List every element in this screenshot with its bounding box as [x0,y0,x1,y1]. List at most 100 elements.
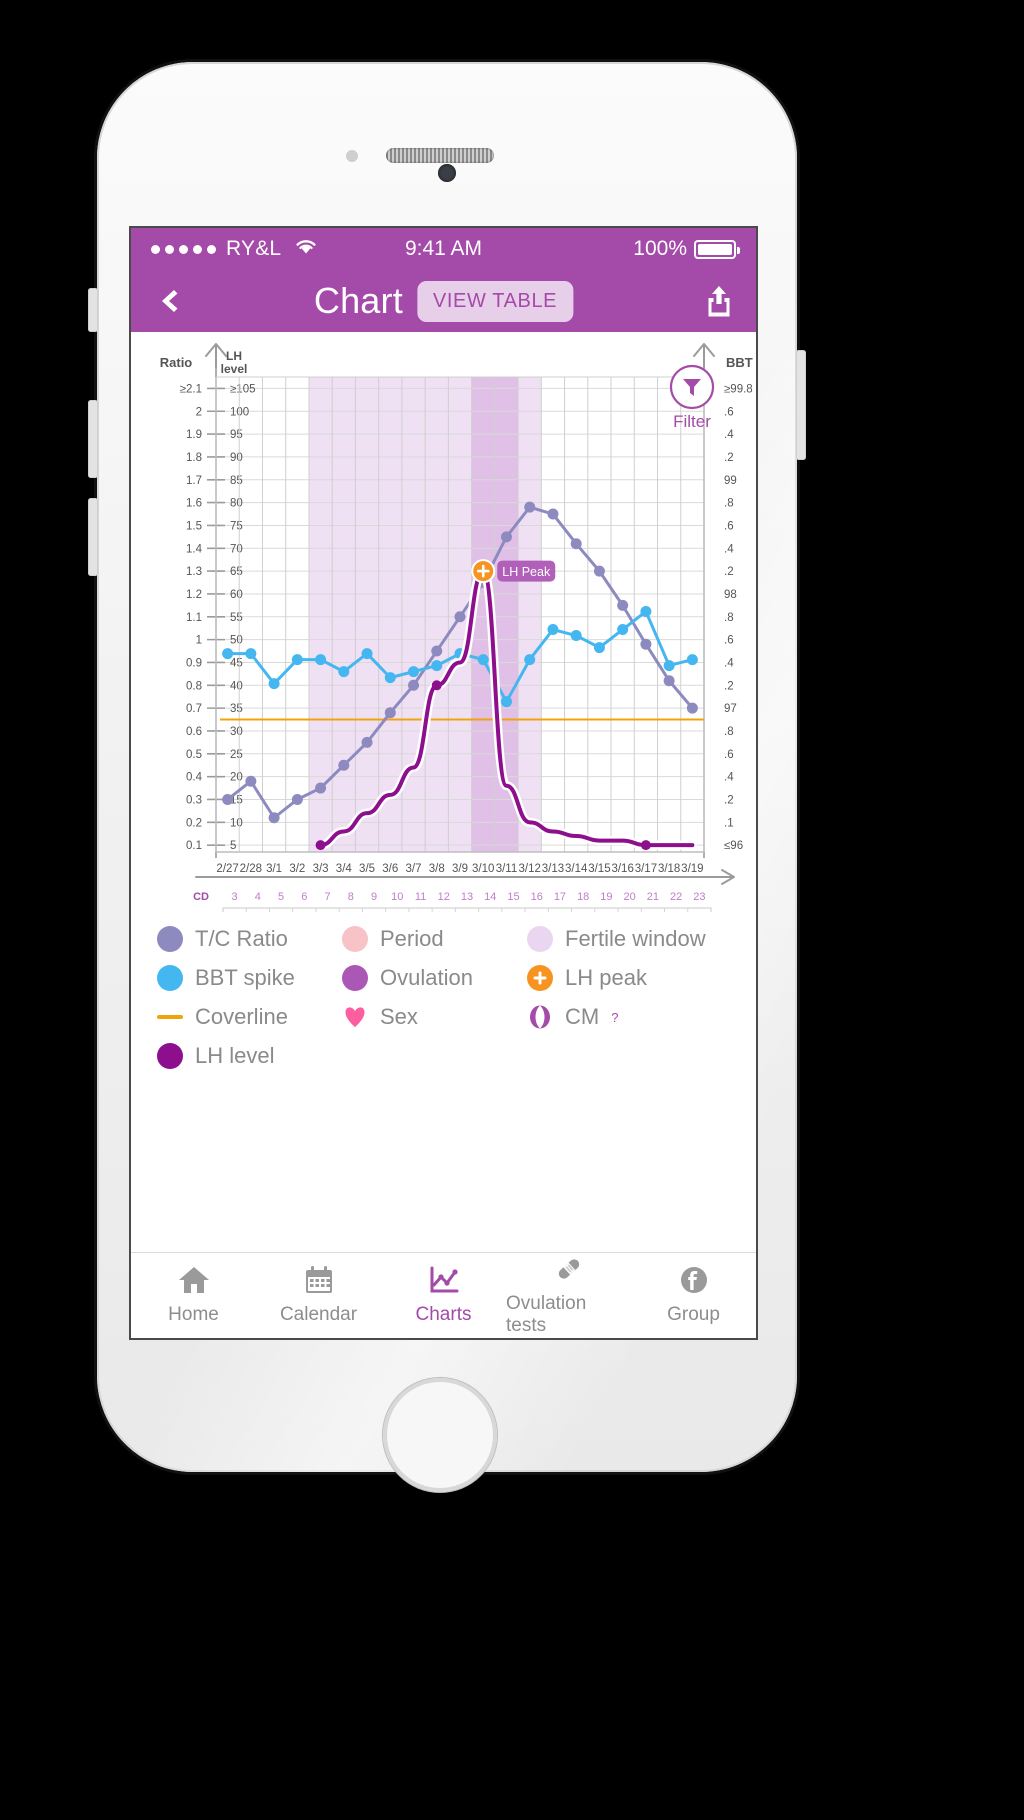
svg-text:40: 40 [230,680,243,692]
svg-text:.4: .4 [724,657,734,669]
legend-row: BBT spike Ovulation LH peak [157,965,730,991]
svg-text:45: 45 [230,657,243,669]
legend-item-ovulation: Ovulation [342,965,527,991]
status-clock: 9:41 AM [404,237,483,260]
legend-item-lh-level: LH level [157,1043,342,1069]
svg-text:3: 3 [232,891,238,903]
tab-label: Ovulation tests [506,1293,587,1336]
volume-down-button[interactable] [88,498,98,576]
svg-text:0.4: 0.4 [186,772,203,784]
tab-label: Charts [415,1304,472,1325]
svg-text:80: 80 [230,498,243,510]
chart-zone: RatioLHlevelBBT≥2.1≥105≥99.82100.61.995.… [131,332,756,912]
tab-charts[interactable]: Charts [381,1253,506,1338]
legend-label: LH peak [565,965,647,990]
legend-dot-icon [157,965,183,991]
legend-item-bbt-spike: BBT spike [157,965,342,991]
x-axis-date: 2/28 [240,863,262,875]
tab-group[interactable]: Group [631,1253,756,1338]
svg-text:≥2.1: ≥2.1 [180,383,202,395]
svg-text:.8: .8 [724,612,734,624]
svg-text:.8: .8 [724,498,734,510]
nav-bar: Chart VIEW TABLE [131,270,756,332]
x-axis-date: 3/12 [519,863,541,875]
svg-text:90: 90 [230,452,243,464]
filter-label[interactable]: Filter [668,412,716,432]
svg-text:35: 35 [230,703,243,715]
legend-label: Coverline [195,1004,288,1029]
legend-item-fertile-window: Fertile window [527,926,727,952]
filter-button [669,364,715,410]
svg-text:12: 12 [438,891,450,903]
test-strip-icon [553,1254,585,1289]
svg-text:1.5: 1.5 [186,520,202,532]
legend-dot-icon [157,1043,183,1069]
nav-center-group: Chart VIEW TABLE [314,280,574,322]
svg-text:2: 2 [196,406,202,418]
svg-text:1.6: 1.6 [186,498,202,510]
legend-label: LH level [195,1043,275,1068]
svg-text:CD: CD [193,891,209,903]
svg-text:13: 13 [461,891,473,903]
chart-icon [428,1265,460,1300]
svg-text:.2: .2 [724,680,734,692]
legend-label: Period [380,926,444,951]
svg-text:≥105: ≥105 [230,383,256,395]
svg-text:7: 7 [325,891,331,903]
lh-peak-marker: LH Peak [471,559,556,584]
legend-dot-icon [342,965,368,991]
svg-text:.6: .6 [724,406,734,418]
svg-text:.1: .1 [724,817,734,829]
svg-text:0.8: 0.8 [186,680,202,692]
svg-text:1.7: 1.7 [186,475,202,487]
x-axis-date: 2/27 [216,863,238,875]
x-axis-date: 3/9 [452,863,468,875]
legend-label: Fertile window [565,926,706,951]
svg-text:0.2: 0.2 [186,817,202,829]
svg-text:LH Peak: LH Peak [502,565,551,579]
svg-text:LH: LH [226,349,242,363]
chart-svg[interactable]: RatioLHlevelBBT≥2.1≥105≥99.82100.61.995.… [131,332,756,912]
volume-up-button[interactable] [88,400,98,478]
x-axis-date: 3/7 [406,863,422,875]
mute-switch[interactable] [88,288,98,332]
power-button[interactable] [796,350,806,460]
svg-text:1.1: 1.1 [186,612,202,624]
battery-full-icon [694,239,740,259]
cm-help-icon[interactable]: ? [611,1010,618,1025]
legend-row: Coverline Sex CM? [157,1004,730,1030]
svg-text:0.9: 0.9 [186,657,202,669]
calendar-icon [303,1265,335,1300]
coverline-icon [157,1015,183,1019]
svg-text:.2: .2 [724,566,734,578]
x-axis-date: 3/19 [681,863,703,875]
svg-text:15: 15 [507,891,519,903]
share-icon[interactable] [704,284,734,318]
legend-label: BBT spike [195,965,295,990]
svg-text:level: level [221,362,248,376]
legend-label: Ovulation [380,965,473,990]
svg-text:85: 85 [230,475,243,487]
home-button[interactable] [383,1378,497,1492]
view-table-button[interactable]: VIEW TABLE [416,280,574,322]
back-chevron-icon[interactable] [153,286,183,316]
tab-calendar[interactable]: Calendar [256,1253,381,1338]
phone-screen: RY&L 9:41 AM 100% Chart VIEW TABLE Ratio… [131,228,756,1338]
legend-item-sex: Sex [342,1004,527,1030]
svg-text:1.3: 1.3 [186,566,202,578]
svg-text:.4: .4 [724,772,734,784]
cm-icon [527,1004,553,1030]
x-axis-date: 3/4 [336,863,353,875]
data-table: CD34567891011121314151617181920212223Sex… [193,891,712,912]
svg-text:Ratio: Ratio [160,355,193,370]
svg-text:.6: .6 [724,520,734,532]
x-axis-date: 3/2 [289,863,305,875]
svg-text:4: 4 [255,891,261,903]
x-axis-date: 3/18 [658,863,680,875]
carrier-label: RY&L [226,237,282,260]
battery-percent-label: 100% [633,237,687,260]
legend-item-cm[interactable]: CM? [527,1004,727,1030]
proximity-sensor-icon [346,150,358,162]
tab-ovulation-tests[interactable]: Ovulation tests [506,1253,631,1338]
tab-home[interactable]: Home [131,1253,256,1338]
